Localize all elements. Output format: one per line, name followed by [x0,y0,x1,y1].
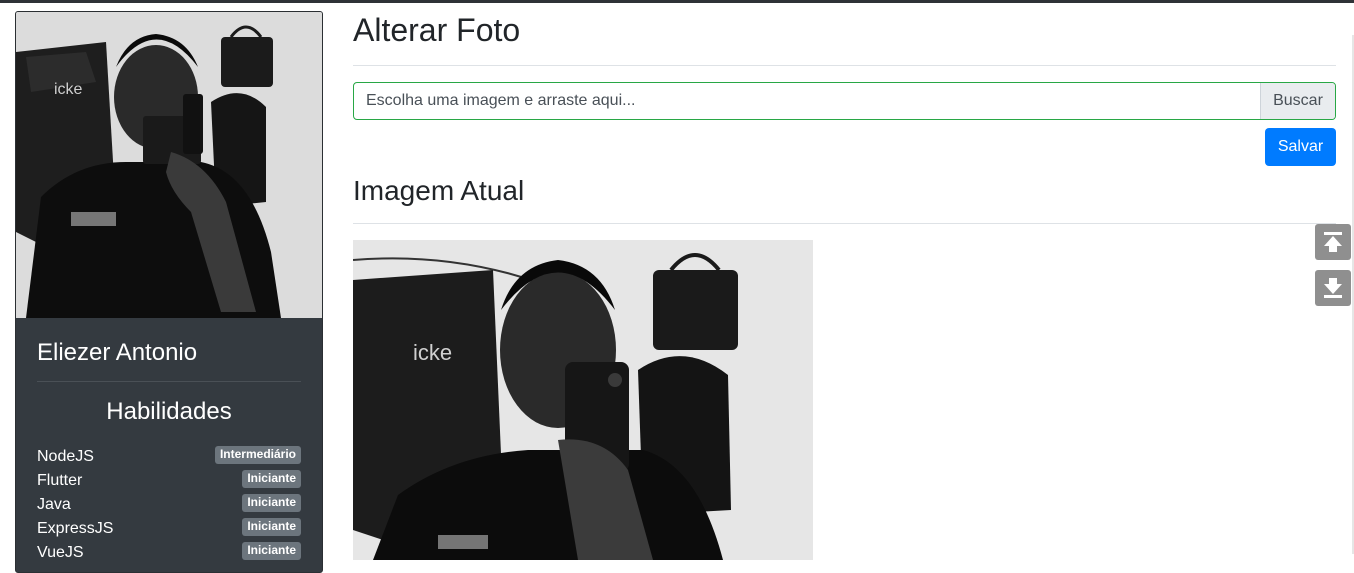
save-button[interactable]: Salvar [1265,128,1336,166]
skill-name: ExpressJS [37,520,114,537]
profile-photo: icke [16,12,322,318]
profile-name: Eliezer Antonio [37,339,198,366]
skill-item: Flutter Iniciante [37,470,301,494]
skill-item: ExpressJS Iniciante [37,518,301,542]
skill-name: NodeJS [37,448,94,465]
skill-item: Java Iniciante [37,494,301,518]
arrow-down-bar-icon [1324,278,1342,298]
skill-level-badge: Iniciante [242,470,301,488]
scroll-to-top-button[interactable] [1315,224,1351,260]
page-title: Alterar Foto [353,12,521,48]
profile-card: icke Eliezer Antonio Habilidades NodeJS … [15,11,323,573]
skill-item: VueJS Iniciante [37,542,301,566]
svg-text:icke: icke [413,340,452,365]
skill-name: Java [37,496,71,513]
browse-button[interactable]: Buscar [1260,83,1335,119]
scroll-to-bottom-button[interactable] [1315,270,1351,306]
top-border [0,0,1354,3]
arrow-up-bar-icon [1324,232,1342,252]
divider [37,381,301,382]
divider [353,223,1336,224]
profile-info: Eliezer Antonio Habilidades NodeJS Inter… [16,318,322,572]
skill-name: VueJS [37,544,84,561]
skill-level-badge: Iniciante [242,542,301,560]
divider [353,65,1336,66]
svg-text:icke: icke [54,81,83,98]
current-image: icke [353,240,813,560]
skill-level-badge: Intermediário [214,446,301,464]
current-image-title: Imagem Atual [353,175,525,206]
file-input-placeholder[interactable]: Escolha uma imagem e arraste aqui... [366,92,635,110]
skills-title: Habilidades [106,398,232,425]
skill-item: NodeJS Intermediário [37,446,301,470]
skill-name: Flutter [37,472,83,489]
file-input-group[interactable]: Escolha uma imagem e arraste aqui... Bus… [353,82,1336,120]
skill-level-badge: Iniciante [242,518,301,536]
skill-level-badge: Iniciante [242,494,301,512]
